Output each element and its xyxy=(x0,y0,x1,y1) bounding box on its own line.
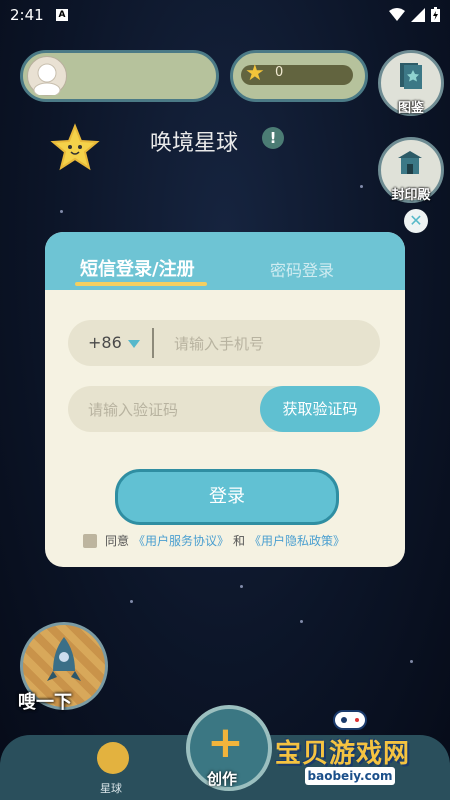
privacy-policy-link[interactable]: 《用户隐私政策》 xyxy=(249,532,345,549)
gamepad-icon xyxy=(333,710,367,730)
atlas-label: 图鉴 xyxy=(397,101,424,116)
verification-code-input[interactable]: 请输入验证码 xyxy=(88,399,178,420)
agree-prefix: 同意 xyxy=(105,534,130,548)
background-star xyxy=(60,210,63,213)
background-star xyxy=(410,660,413,663)
phone-field: +86 请输入手机号 xyxy=(68,320,380,366)
login-modal: 短信登录/注册 密码登录 +86 请输入手机号 请输入验证码 获取验证码 登录 … xyxy=(45,232,405,567)
chevron-down-icon[interactable] xyxy=(128,340,140,348)
coin-value: 0 xyxy=(275,65,284,80)
user-agreement-link[interactable]: 《用户服务协议》 xyxy=(133,532,229,549)
agree-and: 和 xyxy=(233,534,246,548)
background-star xyxy=(130,600,133,603)
background-star xyxy=(240,585,243,588)
seal-hall-button[interactable]: 封印殿 xyxy=(378,137,444,203)
atlas-button[interactable]: 图鉴 xyxy=(378,50,444,116)
notification-icon: A xyxy=(56,9,68,21)
plus-icon[interactable]: + xyxy=(207,719,244,767)
wifi-icon xyxy=(389,7,405,21)
agree-checkbox[interactable] xyxy=(83,533,97,548)
rocket-label: 嗖一下 xyxy=(18,692,72,713)
temple-icon xyxy=(398,151,422,174)
info-icon[interactable]: ! xyxy=(262,127,284,149)
star-mascot-icon xyxy=(50,123,100,171)
create-label: 创作 xyxy=(207,770,238,788)
watermark-title: 宝贝游戏网 xyxy=(275,739,411,769)
status-bar: 2:41 A xyxy=(0,0,450,32)
get-code-button[interactable]: 获取验证码 xyxy=(260,386,380,432)
avatar-face-icon xyxy=(33,63,61,98)
close-icon[interactable]: ✕ xyxy=(404,209,428,233)
login-tabs: 短信登录/注册 密码登录 xyxy=(45,232,405,290)
signal-icon xyxy=(411,7,425,22)
book-icon xyxy=(400,63,422,89)
country-code-select[interactable]: +86 xyxy=(88,333,122,352)
avatar[interactable] xyxy=(27,56,67,98)
background-star xyxy=(300,620,303,623)
tab-password-login[interactable]: 密码登录 xyxy=(270,257,334,281)
seal-hall-label: 封印殿 xyxy=(391,188,431,203)
divider xyxy=(152,328,154,358)
watermark-url: baobeiy.com xyxy=(305,767,395,785)
profile-pill[interactable] xyxy=(20,50,219,102)
planet-tab-icon[interactable] xyxy=(97,742,129,774)
planet-title: 唤境星球 xyxy=(150,131,239,156)
active-tab-underline xyxy=(75,282,207,286)
watermark: 宝贝游戏网 baobeiy.com xyxy=(275,705,445,795)
status-icons xyxy=(389,7,440,22)
tab-sms-login[interactable]: 短信登录/注册 xyxy=(80,255,195,281)
agreement-row: 同意 《用户服务协议》 和 《用户隐私政策》 xyxy=(83,532,345,549)
star-coin-icon: ★ xyxy=(245,61,265,86)
background-star xyxy=(360,185,363,188)
battery-icon xyxy=(431,7,440,22)
login-button[interactable]: 登录 xyxy=(115,469,339,525)
status-time: 2:41 xyxy=(10,6,44,24)
phone-input[interactable]: 请输入手机号 xyxy=(174,333,264,354)
planet-tab-label[interactable]: 星球 xyxy=(100,780,122,796)
coin-pill[interactable]: ★ 0 xyxy=(230,50,368,102)
code-field: 请输入验证码 获取验证码 xyxy=(68,386,380,432)
